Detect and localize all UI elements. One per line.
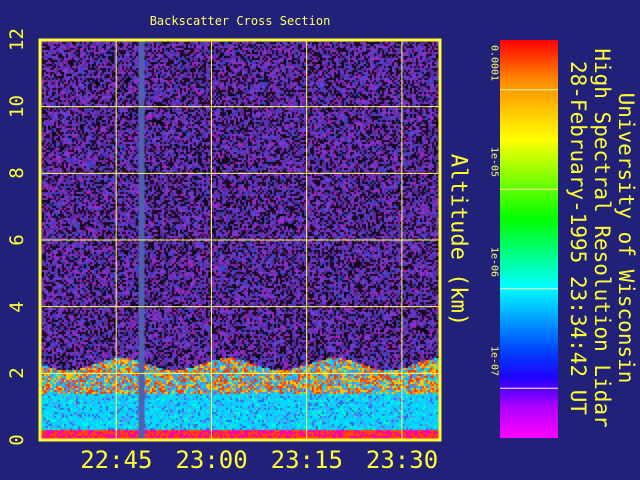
backscatter-plot [38,38,558,442]
colorbar [500,40,558,438]
x-tick-label: 22:45 [80,446,153,474]
y-tick-label: 8 [6,167,28,180]
info-line: High Spectral Resolution Lidar [590,48,614,428]
x-tick-label: 23:15 [270,446,343,474]
colorbar-tick-label: 0.0001 [488,44,500,81]
x-tick-label: 23:30 [365,446,439,474]
colorbar-tick-label: 1e-06 [488,246,500,277]
lidar-display: Backscatter Cross Section 0 2 4 6 8 10 12 22:4… [0,0,640,480]
y-tick-label: 0 [6,434,28,446]
y-tick-label: 12 [6,28,28,51]
y-tick-label: 10 [6,94,28,118]
x-tick-label: 23:00 [175,446,248,474]
y-tick-label: 2 [6,367,28,380]
info-line: University of Wisconsin [614,92,638,384]
colorbar-tick-label: 1e-05 [488,147,500,178]
y-axis-label: Altitude (km) [445,153,471,327]
y-tick-label: 4 [6,300,28,313]
info-line: 28-February-1995 23:34:42 UT [566,60,590,416]
colorbar-tick-label: 1e-07 [488,346,500,377]
y-tick-label: 6 [6,234,28,246]
